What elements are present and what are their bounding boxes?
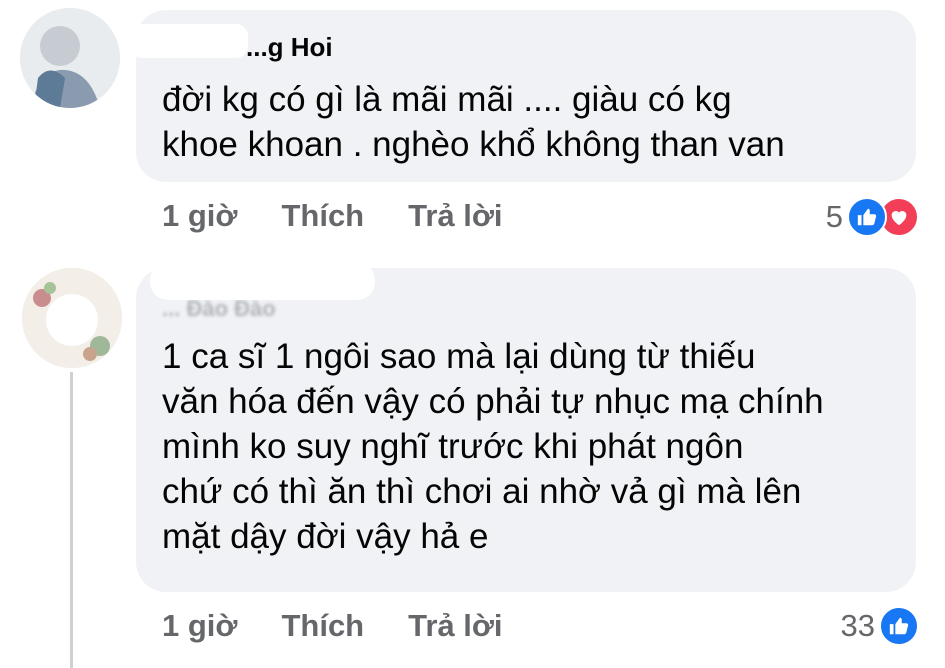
comment-author[interactable]: ...g Hoi: [246, 32, 333, 63]
reaction-count: 5: [825, 199, 843, 234]
avatar[interactable]: [20, 8, 120, 108]
reply-button[interactable]: Trả lời: [408, 198, 502, 234]
reaction-summary[interactable]: 33: [841, 606, 919, 646]
comment-timestamp[interactable]: 1 giờ: [162, 198, 237, 234]
reply-button[interactable]: Trả lời: [408, 608, 502, 644]
reaction-summary[interactable]: 5: [826, 197, 919, 237]
comment-actions: 1 giờ Thích Trả lời: [162, 198, 503, 234]
comment-timestamp[interactable]: 1 giờ: [162, 608, 237, 644]
profile-photo-icon: [22, 268, 122, 368]
like-icon: [847, 197, 887, 237]
thread-line: [70, 372, 73, 668]
redaction: [150, 262, 375, 300]
reaction-count: 33: [840, 608, 875, 643]
profile-photo-icon: [20, 8, 120, 108]
like-icon: [879, 606, 919, 646]
like-button[interactable]: Thích: [281, 608, 364, 644]
comment-actions: 1 giờ Thích Trả lời: [162, 608, 503, 644]
like-button[interactable]: Thích: [281, 198, 364, 234]
comment-text: 1 ca sĩ 1 ngôi sao mà lại dùng từ thiếu …: [162, 337, 824, 556]
redaction: [130, 24, 248, 58]
comment-text: đời kg có gì là mãi mãi .... giàu có kg …: [162, 80, 785, 164]
avatar[interactable]: [22, 268, 122, 368]
